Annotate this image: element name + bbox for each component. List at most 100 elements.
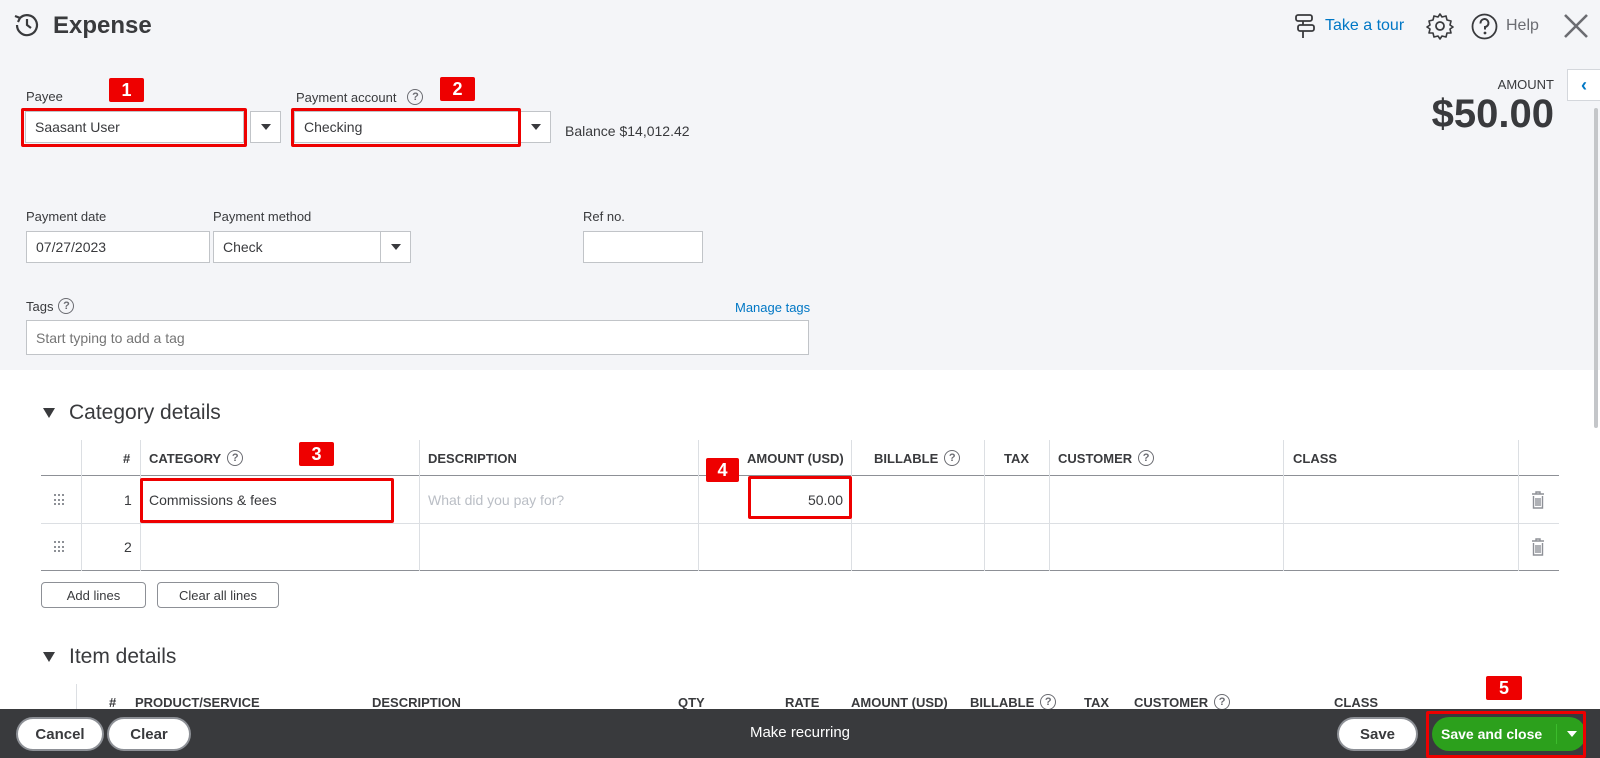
trash-icon[interactable] bbox=[1531, 491, 1545, 509]
help-circle-icon[interactable]: ? bbox=[944, 450, 961, 466]
trash-icon[interactable] bbox=[1531, 538, 1545, 556]
payment-method-label: Payment method bbox=[213, 209, 312, 224]
payment-method-field[interactable]: Check bbox=[213, 231, 381, 263]
grid-col-divider bbox=[419, 440, 420, 571]
grid-col-divider bbox=[76, 684, 77, 709]
tags-input[interactable] bbox=[26, 320, 809, 355]
footer-bar: Cancel Clear Make recurring Save Save an… bbox=[0, 709, 1600, 758]
gear-icon[interactable] bbox=[1426, 12, 1454, 40]
ref-no-field[interactable] bbox=[583, 231, 703, 263]
save-button[interactable]: Save bbox=[1337, 717, 1418, 751]
col-header-description: DESCRIPTION bbox=[428, 450, 517, 466]
add-lines-button[interactable]: Add lines bbox=[41, 582, 146, 608]
col-header-billable-group: BILLABLE ? bbox=[874, 450, 961, 466]
row-number: 1 bbox=[124, 492, 132, 508]
category-details-title: Category details bbox=[69, 401, 221, 424]
close-icon[interactable] bbox=[1562, 12, 1590, 40]
item-details-header[interactable]: Item details bbox=[43, 645, 176, 669]
take-tour-label: Take a tour bbox=[1325, 17, 1405, 34]
help-button[interactable]: Help bbox=[1471, 12, 1539, 40]
collapse-triangle-icon bbox=[43, 408, 55, 418]
highlight-box-1 bbox=[21, 108, 247, 147]
collapse-triangle-icon bbox=[43, 652, 55, 662]
header-bar: Expense Take a tour Help bbox=[0, 0, 1600, 52]
row-number: 2 bbox=[124, 539, 132, 555]
item-details-title: Item details bbox=[69, 645, 177, 668]
take-tour-link[interactable]: Take a tour bbox=[1293, 12, 1404, 40]
payment-date-label: Payment date bbox=[26, 209, 107, 224]
item-col-header-billable-group: BILLABLE ? bbox=[970, 694, 1057, 710]
tags-label: Tags bbox=[26, 298, 54, 314]
col-header-category: CATEGORY bbox=[149, 450, 222, 466]
col-header-customer: CUSTOMER bbox=[1058, 450, 1133, 466]
item-col-header-customer-group: CUSTOMER ? bbox=[1134, 694, 1231, 710]
item-col-header-qty: QTY bbox=[678, 694, 705, 710]
col-header-number: # bbox=[123, 450, 131, 466]
description-placeholder[interactable]: What did you pay for? bbox=[428, 492, 564, 508]
annotation-badge-1: 1 bbox=[109, 78, 144, 102]
payment-date-field[interactable]: 07/27/2023 bbox=[26, 231, 210, 263]
payment-method-dropdown-button[interactable] bbox=[380, 231, 411, 263]
help-icon bbox=[1471, 13, 1498, 39]
drag-handle-icon[interactable] bbox=[54, 494, 66, 506]
tags-label-group: Tags ? bbox=[26, 298, 75, 314]
clear-all-lines-button[interactable]: Clear all lines bbox=[157, 582, 279, 608]
payee-dropdown-button[interactable] bbox=[250, 111, 281, 143]
chevron-left-icon: ‹ bbox=[1581, 74, 1587, 95]
scrollbar[interactable] bbox=[1594, 108, 1598, 428]
item-col-header-description: DESCRIPTION bbox=[372, 694, 461, 710]
help-circle-icon[interactable]: ? bbox=[58, 298, 75, 314]
item-col-header-product: PRODUCT/SERVICE bbox=[135, 694, 260, 710]
annotation-badge-3: 3 bbox=[299, 442, 334, 466]
chevron-down-icon bbox=[530, 124, 541, 130]
chevron-down-icon bbox=[260, 124, 271, 130]
payment-account-label: Payment account bbox=[296, 89, 397, 105]
item-col-header-number: # bbox=[109, 694, 117, 710]
recent-transactions-icon[interactable] bbox=[12, 10, 42, 40]
item-col-header-amount: AMOUNT (USD) bbox=[851, 694, 948, 710]
grid-col-divider bbox=[698, 440, 699, 571]
clear-button[interactable]: Clear bbox=[107, 717, 191, 751]
item-col-header-rate: RATE bbox=[785, 694, 820, 710]
col-header-customer-group: CUSTOMER ? bbox=[1058, 450, 1155, 466]
highlight-box-2 bbox=[291, 108, 521, 147]
help-label: Help bbox=[1506, 17, 1539, 34]
annotation-badge-5: 5 bbox=[1486, 676, 1522, 700]
category-details-header[interactable]: Category details bbox=[43, 401, 221, 425]
highlight-box-3 bbox=[140, 478, 394, 523]
help-circle-icon[interactable]: ? bbox=[1040, 694, 1057, 710]
cancel-button[interactable]: Cancel bbox=[16, 717, 104, 751]
item-col-header-tax: TAX bbox=[1084, 694, 1110, 710]
item-col-header-customer: CUSTOMER bbox=[1134, 694, 1209, 710]
signpost-icon bbox=[1295, 14, 1315, 38]
grid-col-divider bbox=[1283, 440, 1284, 571]
grid-bottom-divider bbox=[41, 570, 1559, 571]
highlight-box-4 bbox=[748, 476, 852, 519]
manage-tags-link[interactable]: Manage tags bbox=[735, 300, 810, 315]
ref-no-label: Ref no. bbox=[583, 209, 625, 224]
annotation-badge-2: 2 bbox=[440, 77, 475, 101]
annotation-badge-4: 4 bbox=[706, 458, 739, 482]
grid-col-divider bbox=[1049, 440, 1050, 571]
highlight-box-5 bbox=[1426, 711, 1586, 758]
side-panel-toggle[interactable]: ‹ bbox=[1567, 69, 1600, 101]
chevron-down-icon bbox=[390, 244, 401, 250]
payment-account-label-group: Payment account ? bbox=[296, 89, 424, 105]
col-header-class: CLASS bbox=[1293, 450, 1338, 466]
grid-col-divider bbox=[81, 440, 82, 571]
grid-col-divider bbox=[1518, 440, 1519, 571]
help-circle-icon[interactable]: ? bbox=[1214, 694, 1231, 710]
balance-text: Balance $14,012.42 bbox=[565, 123, 690, 139]
payee-label: Payee bbox=[26, 89, 63, 104]
help-circle-icon[interactable]: ? bbox=[227, 450, 244, 466]
amount-total: $50.00 bbox=[1431, 92, 1554, 136]
item-col-header-class: CLASS bbox=[1334, 694, 1379, 710]
grid-col-divider bbox=[984, 440, 985, 571]
help-circle-icon[interactable]: ? bbox=[1138, 450, 1155, 466]
help-circle-icon[interactable]: ? bbox=[407, 89, 424, 105]
col-header-tax: TAX bbox=[1004, 450, 1030, 466]
page-title: Expense bbox=[53, 12, 152, 39]
drag-handle-icon[interactable] bbox=[54, 541, 66, 553]
col-header-billable: BILLABLE bbox=[874, 450, 939, 466]
payment-account-dropdown-button[interactable] bbox=[520, 111, 551, 143]
